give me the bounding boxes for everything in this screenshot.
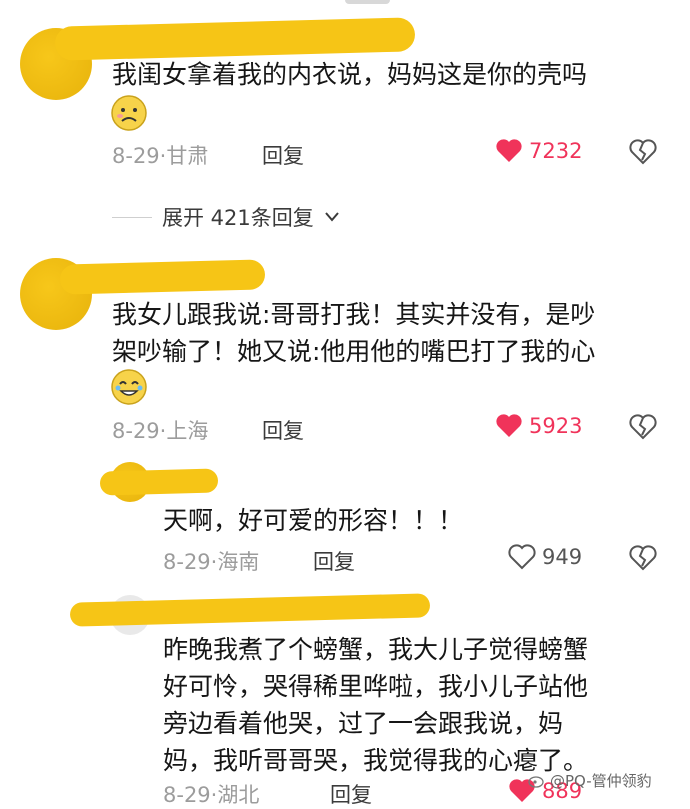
heart-icon — [496, 414, 522, 437]
comment-date: 8-29·湖北 — [163, 783, 260, 807]
reply-button[interactable]: 回复 — [330, 779, 372, 809]
expand-replies-button[interactable]: 展开 421条回复 — [112, 202, 340, 232]
emoji-icon — [110, 94, 148, 136]
comment-text-line-1: 昨晚我煮了个螃蟹，我大儿子觉得螃蟹 — [163, 635, 589, 664]
comment-text: 天啊，好可爱的形容！！！ — [163, 506, 464, 535]
username-redaction — [59, 259, 266, 295]
username-redaction — [54, 17, 416, 61]
reply-button[interactable]: 回复 — [313, 546, 355, 576]
comment-date: 8-29·海南 — [163, 550, 260, 574]
dislike-button[interactable] — [628, 544, 658, 576]
reply-button[interactable]: 回复 — [262, 415, 304, 445]
like-button[interactable]: 949 — [508, 544, 582, 570]
like-button[interactable]: 5923 — [495, 413, 582, 439]
like-button[interactable]: 7232 — [495, 138, 582, 164]
broken-heart-icon — [629, 545, 657, 571]
like-count: 7232 — [529, 139, 583, 163]
top-cropped-title — [345, 0, 390, 4]
comment-text-line-4: 妈，我听哥哥哭，我觉得我的心瘪了。 — [163, 746, 589, 775]
comment-text-line-1: 我女儿跟我说:哥哥打我！其实并没有，是吵 — [112, 300, 596, 329]
divider-line — [112, 216, 152, 218]
reply-button[interactable]: 回复 — [262, 140, 304, 170]
dislike-button[interactable] — [628, 138, 658, 170]
expand-replies-label: 展开 421条回复 — [162, 206, 314, 230]
heart-icon — [496, 139, 522, 162]
weibo-icon — [528, 775, 544, 788]
comment-date: 8-29·甘肃 — [112, 144, 209, 168]
emoji-icon — [110, 368, 148, 410]
heart-icon — [508, 544, 536, 570]
broken-heart-icon — [629, 414, 657, 440]
username-redaction — [99, 468, 219, 496]
comment-text-line-2: 好可怜，哭得稀里哗啦，我小儿子站他 — [163, 672, 589, 701]
comment-text: 我闺女拿着我的内衣说，妈妈这是你的壳吗 — [112, 60, 588, 89]
like-count: 5923 — [529, 414, 583, 438]
chevron-down-icon — [325, 212, 339, 222]
watermark: @PQ-管仲领豹 — [528, 770, 652, 791]
like-count: 949 — [542, 545, 583, 569]
broken-heart-icon — [629, 139, 657, 165]
comment-date: 8-29·上海 — [112, 419, 209, 443]
dislike-button[interactable] — [628, 413, 658, 445]
watermark-text: @PQ-管仲领豹 — [550, 772, 652, 790]
comment-text-line-2: 架吵输了！她又说:他用他的嘴巴打了我的心 — [112, 337, 596, 366]
comment-text-line-3: 旁边看着他哭，过了一会跟我说，妈 — [163, 709, 564, 738]
